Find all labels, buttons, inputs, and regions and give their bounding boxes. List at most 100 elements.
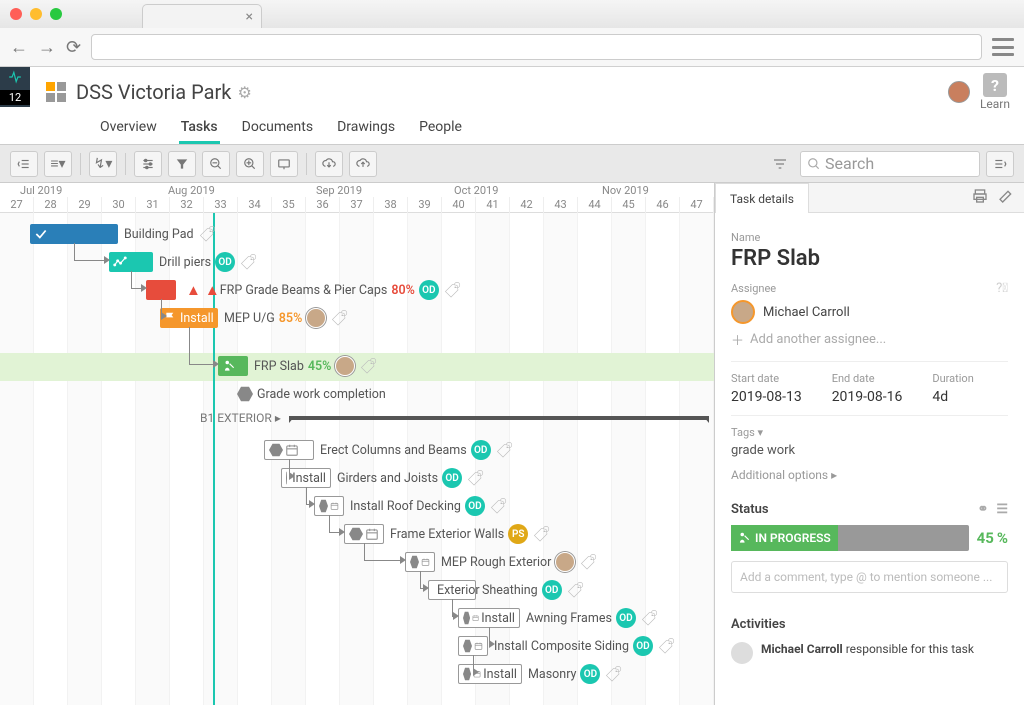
assignee-chip[interactable]: OD xyxy=(633,636,653,656)
task-masonry[interactable]: InstallMasonryOD🏷 xyxy=(458,661,624,687)
tag-icon[interactable]: 🏷 xyxy=(566,580,584,599)
additional-options[interactable]: Additional options ▸ xyxy=(731,468,1008,482)
task-erect-columns[interactable]: Erect Columns and BeamsOD🏷 xyxy=(264,437,514,463)
help-circle-icon[interactable]: ?⃝ xyxy=(996,281,1008,296)
tab-tasks[interactable]: Tasks xyxy=(179,115,220,144)
tab-overview[interactable]: Overview xyxy=(98,115,159,144)
tag-icon[interactable]: 🏷 xyxy=(331,308,349,327)
assignee-avatar-chip[interactable] xyxy=(335,356,355,376)
tag-icon[interactable]: 🏷 xyxy=(198,224,216,243)
settings-lines-icon[interactable]: ☰ xyxy=(996,502,1008,517)
forward-icon[interactable]: → xyxy=(38,37,56,58)
tag-value[interactable]: grade work xyxy=(731,443,1008,458)
assignee-chip[interactable]: OD xyxy=(542,580,562,600)
assignee-chip[interactable]: OD xyxy=(465,496,485,516)
task-grade-complete[interactable]: Grade work completion xyxy=(237,381,386,407)
browser-menu-icon[interactable] xyxy=(992,38,1014,56)
task-bar[interactable]: Exterior xyxy=(428,580,476,600)
user-avatar[interactable] xyxy=(948,81,970,103)
link-tool-icon[interactable]: ↯▾ xyxy=(89,151,117,177)
zoom-in-icon[interactable] xyxy=(236,151,264,177)
task-mep-rough[interactable]: MEP Rough Exterior🏷 xyxy=(405,549,598,575)
assignee-avatar-chip[interactable] xyxy=(306,308,326,328)
funnel-icon[interactable] xyxy=(168,151,196,177)
task-frp-slab[interactable]: FRP Slab45%🏷 xyxy=(218,353,378,379)
tags-label[interactable]: Tags ▾ xyxy=(731,426,1008,439)
tab-people[interactable]: People xyxy=(417,115,464,144)
task-girders[interactable]: InstallGirders and JoistsOD🏷 xyxy=(281,465,485,491)
tag-icon[interactable]: 🏷 xyxy=(605,664,623,683)
tag-icon[interactable]: 🏷 xyxy=(467,468,485,487)
task-bar[interactable]: Install xyxy=(458,664,522,684)
gear-icon[interactable]: ⚙ xyxy=(237,83,251,102)
filter-rows-icon[interactable]: ≡▾ xyxy=(44,151,72,177)
tag-icon[interactable]: 🏷 xyxy=(495,440,513,459)
task-bar[interactable]: Install xyxy=(458,608,520,628)
assignee-chip[interactable]: OD xyxy=(616,608,636,628)
add-assignee-button[interactable]: ＋ Add another assignee... xyxy=(731,330,1008,349)
comment-input[interactable]: Add a comment, type @ to mention someone… xyxy=(731,561,1008,593)
filter-icon[interactable] xyxy=(766,151,794,177)
print-icon[interactable] xyxy=(972,188,988,208)
project-title[interactable]: DSS Victoria Park xyxy=(76,80,231,104)
back-icon[interactable]: ← xyxy=(10,37,28,58)
tab-documents[interactable]: Documents xyxy=(240,115,315,144)
people-icon[interactable]: ⚭ xyxy=(977,502,988,517)
start-date[interactable]: 2019-08-13 xyxy=(731,389,802,405)
tag-icon[interactable]: 🏷 xyxy=(240,252,258,271)
fit-screen-icon[interactable] xyxy=(270,151,298,177)
assignee-chip[interactable]: OD xyxy=(419,280,439,300)
assignee-chip[interactable]: PS xyxy=(508,524,528,544)
task-frp-beams[interactable]: ▲▲FRP Grade Beams & Pier Caps80%OD🏷 xyxy=(146,277,462,303)
tag-icon[interactable]: 🏷 xyxy=(580,552,598,571)
task-bar[interactable] xyxy=(30,224,118,244)
task-building-pad[interactable]: Building Pad🏷 xyxy=(30,221,217,247)
minimize-window-icon[interactable] xyxy=(30,8,42,20)
task-roof-deck[interactable]: Install Roof DeckingOD🏷 xyxy=(314,493,508,519)
task-bar[interactable] xyxy=(344,524,384,544)
task-bar[interactable]: Install xyxy=(160,308,218,328)
tag-icon[interactable]: 🏷 xyxy=(533,524,551,543)
indent-icon[interactable] xyxy=(986,151,1014,177)
task-bar[interactable] xyxy=(264,440,314,460)
gantt-chart[interactable]: Jul 2019Aug 2019Sep 2019Oct 2019Nov 2019… xyxy=(0,183,714,705)
task-bar[interactable] xyxy=(218,356,248,376)
outdent-icon[interactable] xyxy=(10,151,38,177)
close-tab-icon[interactable]: × xyxy=(246,9,253,25)
duration[interactable]: 4d xyxy=(932,389,973,405)
edit-icon[interactable] xyxy=(998,188,1014,208)
help-icon[interactable]: ? xyxy=(983,73,1007,97)
url-input[interactable] xyxy=(91,34,982,60)
task-bar[interactable] xyxy=(109,252,153,272)
close-window-icon[interactable] xyxy=(10,8,22,20)
cloud-upload-icon[interactable] xyxy=(349,151,377,177)
maximize-window-icon[interactable] xyxy=(50,8,62,20)
app-logo-icon[interactable] xyxy=(46,82,66,102)
search-input[interactable]: Search xyxy=(800,151,980,177)
assignee-chip[interactable]: OD xyxy=(471,440,491,460)
activity-sidebar-tab[interactable]: 12 xyxy=(0,67,30,107)
reload-icon[interactable]: ⟳ xyxy=(66,37,81,58)
task-bar[interactable] xyxy=(405,552,435,572)
progress-bar[interactable]: IN PROGRESS xyxy=(731,525,969,551)
tag-icon[interactable]: 🏷 xyxy=(640,608,658,627)
learn-link[interactable]: Learn xyxy=(980,97,1010,111)
task-name[interactable]: FRP Slab xyxy=(731,246,1008,271)
assignee-chip[interactable]: OD xyxy=(215,252,235,272)
assignee-row[interactable]: Michael Carroll xyxy=(731,300,1008,324)
tab-drawings[interactable]: Drawings xyxy=(335,115,397,144)
tag-icon[interactable]: 🏷 xyxy=(658,636,676,655)
assignee-avatar-chip[interactable] xyxy=(555,552,575,572)
group-b1-exterior[interactable]: B1 EXTERIOR ▸ xyxy=(200,411,709,425)
task-bar[interactable] xyxy=(458,636,488,656)
task-bar[interactable] xyxy=(146,280,176,300)
browser-tab[interactable]: × xyxy=(142,4,262,28)
detail-tab-details[interactable]: Task details xyxy=(715,183,809,213)
task-bar[interactable] xyxy=(314,496,344,516)
assignee-chip[interactable]: OD xyxy=(580,664,600,684)
assignee-chip[interactable]: OD xyxy=(442,468,462,488)
sliders-icon[interactable] xyxy=(134,151,162,177)
tag-icon[interactable]: 🏷 xyxy=(489,496,507,515)
zoom-out-icon[interactable] xyxy=(202,151,230,177)
cloud-download-icon[interactable] xyxy=(315,151,343,177)
